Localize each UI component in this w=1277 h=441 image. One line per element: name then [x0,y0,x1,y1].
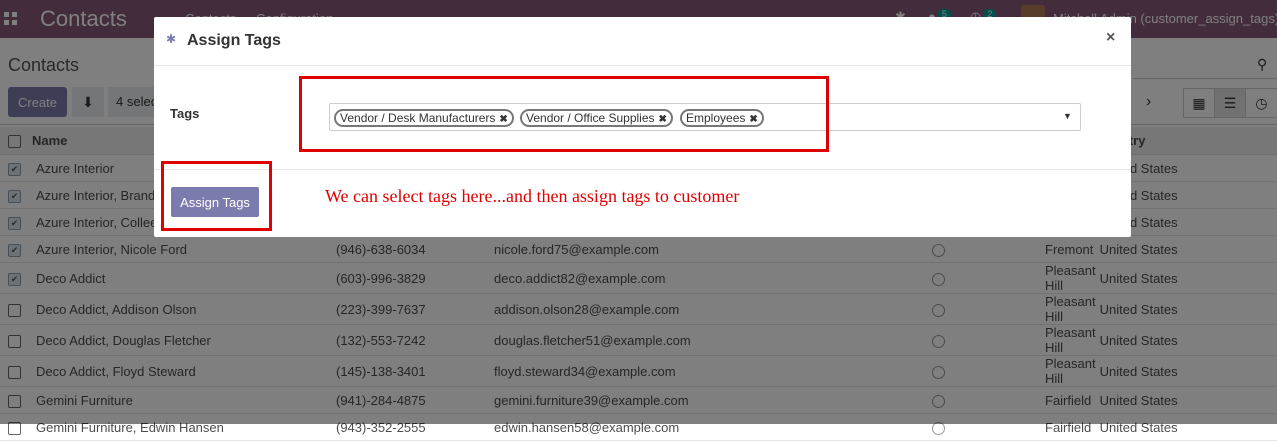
bug-icon: ✱ [166,32,177,46]
dialog-header: ✱ Assign Tags × [154,17,1131,66]
dialog-footer: Assign Tags We can select tags here...an… [154,169,1131,238]
dropdown-caret-icon[interactable]: ▼ [1063,111,1072,121]
tags-label: Tags [170,106,200,121]
tags-highlight-box [299,76,829,152]
dialog-title: Assign Tags [187,32,281,49]
annotation-text: We can select tags here...and then assig… [325,186,740,206]
button-highlight-box [161,161,272,231]
close-icon[interactable]: × [1106,29,1115,47]
